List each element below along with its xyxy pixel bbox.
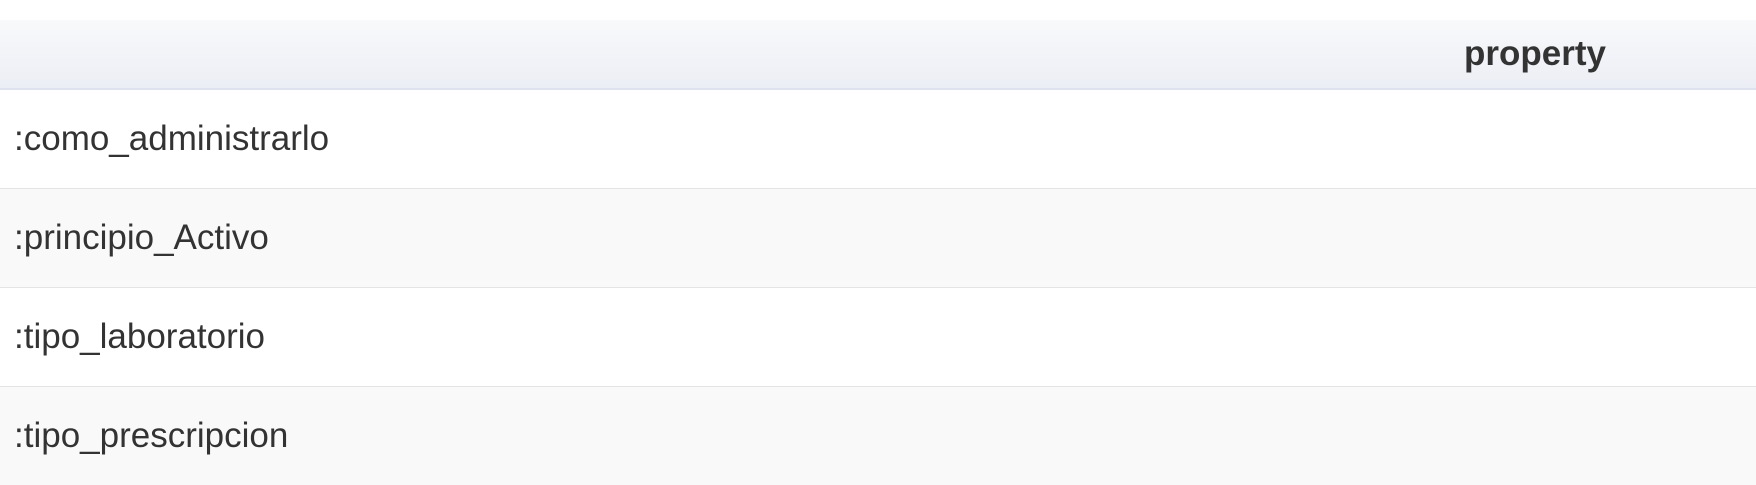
results-panel: property :como_administrarlo :principio_…	[0, 20, 1756, 485]
column-header-property[interactable]: property	[0, 20, 1756, 89]
table-row[interactable]: :tipo_laboratorio	[0, 288, 1756, 387]
table-cell-property[interactable]: :principio_Activo	[0, 189, 1756, 288]
table-cell-property[interactable]: :tipo_laboratorio	[0, 288, 1756, 387]
table-cell-property[interactable]: :tipo_prescripcion	[0, 387, 1756, 485]
table-body: :como_administrarlo :principio_Activo :t…	[0, 89, 1756, 485]
table-row[interactable]: :principio_Activo	[0, 189, 1756, 288]
table-cell-property[interactable]: :como_administrarlo	[0, 89, 1756, 189]
table-header: property	[0, 20, 1756, 89]
table-row[interactable]: :como_administrarlo	[0, 89, 1756, 189]
header-row: property	[0, 20, 1756, 89]
column-header-label: property	[1464, 34, 1756, 74]
table-row[interactable]: :tipo_prescripcion	[0, 387, 1756, 485]
results-table: property :como_administrarlo :principio_…	[0, 20, 1756, 485]
